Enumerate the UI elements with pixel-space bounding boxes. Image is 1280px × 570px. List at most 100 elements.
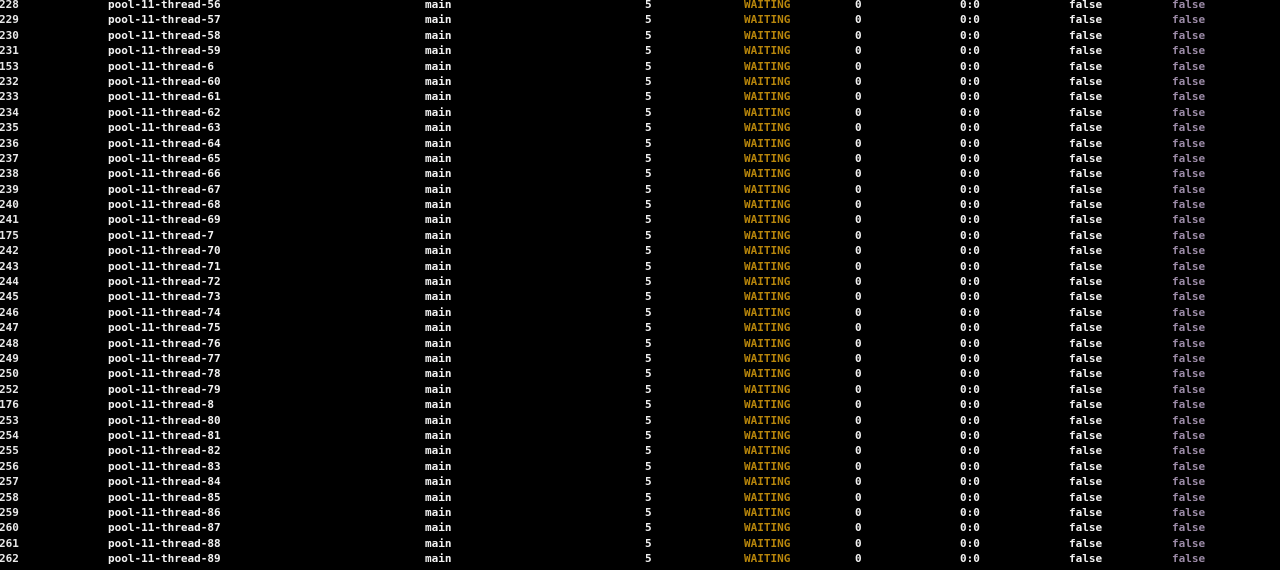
cpu-time: 0:0	[960, 244, 980, 258]
cpu-time: 0:0	[960, 428, 980, 442]
thread-state: WAITING	[744, 0, 791, 11]
table-row[interactable]: 240 pool-11-thread-68 main 5 WAITING 0 0:0 fals…	[0, 197, 1280, 212]
thread-name: pool-11-thread-66	[108, 167, 221, 181]
thread-group: main	[425, 428, 452, 442]
table-row[interactable]: 233 pool-11-thread-61 main 5 WAITING 0 0:0 fals…	[0, 89, 1280, 104]
blocked-count: 0	[855, 475, 862, 489]
suspended-flag: false	[1172, 259, 1206, 273]
table-row[interactable]: 243 pool-11-thread-71 main 5 WAITING 0 0:0 fals…	[0, 259, 1280, 274]
table-row[interactable]: 244 pool-11-thread-72 main 5 WAITING 0 0:0 fals…	[0, 274, 1280, 289]
thread-priority: 5	[645, 151, 652, 165]
thread-id: 261	[0, 536, 19, 550]
terminal-window: 228 pool-11-thread-56 main 5 WAITING 0 0:0 fals…	[0, 0, 1280, 570]
thread-state: WAITING	[744, 13, 791, 27]
blocked-count: 0	[855, 90, 862, 104]
table-row[interactable]: 230 pool-11-thread-58 main 5 WAITING 0 0:0 fals…	[0, 28, 1280, 43]
table-row[interactable]: 252 pool-11-thread-79 main 5 WAITING 0 0:0 fals…	[0, 382, 1280, 397]
daemon-flag: false	[1069, 213, 1103, 227]
cpu-time: 0:0	[960, 521, 980, 535]
table-row[interactable]: 175 pool-11-thread-7 main 5 WAITING 0 0:0 false…	[0, 228, 1280, 243]
suspended-flag: false	[1172, 336, 1206, 350]
thread-state: WAITING	[744, 459, 791, 473]
daemon-flag: false	[1069, 0, 1103, 11]
thread-state: WAITING	[744, 444, 791, 458]
table-row[interactable]: 257 pool-11-thread-84 main 5 WAITING 0 0:0 fals…	[0, 474, 1280, 489]
table-row[interactable]: 245 pool-11-thread-73 main 5 WAITING 0 0:0 fals…	[0, 289, 1280, 304]
daemon-flag: false	[1069, 74, 1103, 88]
thread-priority: 5	[645, 0, 652, 11]
table-row[interactable]: 232 pool-11-thread-60 main 5 WAITING 0 0:0 fals…	[0, 74, 1280, 89]
cpu-time: 0:0	[960, 275, 980, 289]
cpu-time: 0:0	[960, 0, 980, 11]
thread-id: 237	[0, 151, 19, 165]
thread-id: 259	[0, 505, 19, 519]
thread-priority: 5	[645, 275, 652, 289]
thread-group: main	[425, 44, 452, 58]
table-row[interactable]: 259 pool-11-thread-86 main 5 WAITING 0 0:0 fals…	[0, 505, 1280, 520]
suspended-flag: false	[1172, 182, 1206, 196]
blocked-count: 0	[855, 44, 862, 58]
daemon-flag: false	[1069, 182, 1103, 196]
thread-name: pool-11-thread-71	[108, 259, 221, 273]
table-row[interactable]: 248 pool-11-thread-76 main 5 WAITING 0 0:0 fals…	[0, 336, 1280, 351]
thread-state: WAITING	[744, 305, 791, 319]
thread-group: main	[425, 90, 452, 104]
table-row[interactable]: 260 pool-11-thread-87 main 5 WAITING 0 0:0 fals…	[0, 520, 1280, 535]
thread-state: WAITING	[744, 182, 791, 196]
thread-id: 248	[0, 336, 19, 350]
cpu-time: 0:0	[960, 536, 980, 550]
table-row[interactable]: 241 pool-11-thread-69 main 5 WAITING 0 0:0 fals…	[0, 212, 1280, 227]
thread-group: main	[425, 505, 452, 519]
thread-name: pool-11-thread-89	[108, 552, 221, 566]
table-row[interactable]: 231 pool-11-thread-59 main 5 WAITING 0 0:0 fals…	[0, 43, 1280, 58]
suspended-flag: false	[1172, 475, 1206, 489]
table-row[interactable]: 242 pool-11-thread-70 main 5 WAITING 0 0:0 fals…	[0, 243, 1280, 258]
cpu-time: 0:0	[960, 90, 980, 104]
daemon-flag: false	[1069, 505, 1103, 519]
cpu-time: 0:0	[960, 351, 980, 365]
daemon-flag: false	[1069, 59, 1103, 73]
thread-state: WAITING	[744, 105, 791, 119]
thread-state: WAITING	[744, 413, 791, 427]
thread-group: main	[425, 228, 452, 242]
table-row[interactable]: 236 pool-11-thread-64 main 5 WAITING 0 0:0 fals…	[0, 136, 1280, 151]
table-row[interactable]: 262 pool-11-thread-89 main 5 WAITING 0 0:0 fals…	[0, 551, 1280, 566]
table-row[interactable]: 254 pool-11-thread-81 main 5 WAITING 0 0:0 fals…	[0, 428, 1280, 443]
table-row[interactable]: 249 pool-11-thread-77 main 5 WAITING 0 0:0 fals…	[0, 351, 1280, 366]
table-row[interactable]: 237 pool-11-thread-65 main 5 WAITING 0 0:0 fals…	[0, 151, 1280, 166]
table-row[interactable]: 250 pool-11-thread-78 main 5 WAITING 0 0:0 fals…	[0, 366, 1280, 381]
suspended-flag: false	[1172, 321, 1206, 335]
thread-name: pool-11-thread-88	[108, 536, 221, 550]
daemon-flag: false	[1069, 105, 1103, 119]
cpu-time: 0:0	[960, 490, 980, 504]
table-row[interactable]: 228 pool-11-thread-56 main 5 WAITING 0 0:0 fals…	[0, 0, 1280, 12]
table-row[interactable]: 246 pool-11-thread-74 main 5 WAITING 0 0:0 fals…	[0, 305, 1280, 320]
thread-state: WAITING	[744, 398, 791, 412]
daemon-flag: false	[1069, 321, 1103, 335]
blocked-count: 0	[855, 151, 862, 165]
table-row[interactable]: 153 pool-11-thread-6 main 5 WAITING 0 0:0 false…	[0, 59, 1280, 74]
table-row[interactable]: 239 pool-11-thread-67 main 5 WAITING 0 0:0 fals…	[0, 182, 1280, 197]
table-row[interactable]: 229 pool-11-thread-57 main 5 WAITING 0 0:0 fals…	[0, 12, 1280, 27]
blocked-count: 0	[855, 444, 862, 458]
table-row[interactable]: 253 pool-11-thread-80 main 5 WAITING 0 0:0 fals…	[0, 413, 1280, 428]
thread-id: 257	[0, 475, 19, 489]
table-row[interactable]: 234 pool-11-thread-62 main 5 WAITING 0 0:0 fals…	[0, 105, 1280, 120]
table-row[interactable]: 176 pool-11-thread-8 main 5 WAITING 0 0:0 false…	[0, 397, 1280, 412]
table-row[interactable]: 238 pool-11-thread-66 main 5 WAITING 0 0:0 fals…	[0, 166, 1280, 181]
thread-id: 175	[0, 228, 19, 242]
thread-state: WAITING	[744, 367, 791, 381]
thread-name: pool-11-thread-78	[108, 367, 221, 381]
thread-priority: 5	[645, 336, 652, 350]
table-row[interactable]: 235 pool-11-thread-63 main 5 WAITING 0 0:0 fals…	[0, 120, 1280, 135]
table-row[interactable]: 255 pool-11-thread-82 main 5 WAITING 0 0:0 fals…	[0, 443, 1280, 458]
table-row[interactable]: 258 pool-11-thread-85 main 5 WAITING 0 0:0 fals…	[0, 490, 1280, 505]
thread-priority: 5	[645, 290, 652, 304]
cpu-time: 0:0	[960, 44, 980, 58]
table-row[interactable]: 261 pool-11-thread-88 main 5 WAITING 0 0:0 fals…	[0, 536, 1280, 551]
table-row[interactable]: 256 pool-11-thread-83 main 5 WAITING 0 0:0 fals…	[0, 459, 1280, 474]
cpu-time: 0:0	[960, 382, 980, 396]
blocked-count: 0	[855, 198, 862, 212]
thread-state: WAITING	[744, 505, 791, 519]
table-row[interactable]: 247 pool-11-thread-75 main 5 WAITING 0 0:0 fals…	[0, 320, 1280, 335]
